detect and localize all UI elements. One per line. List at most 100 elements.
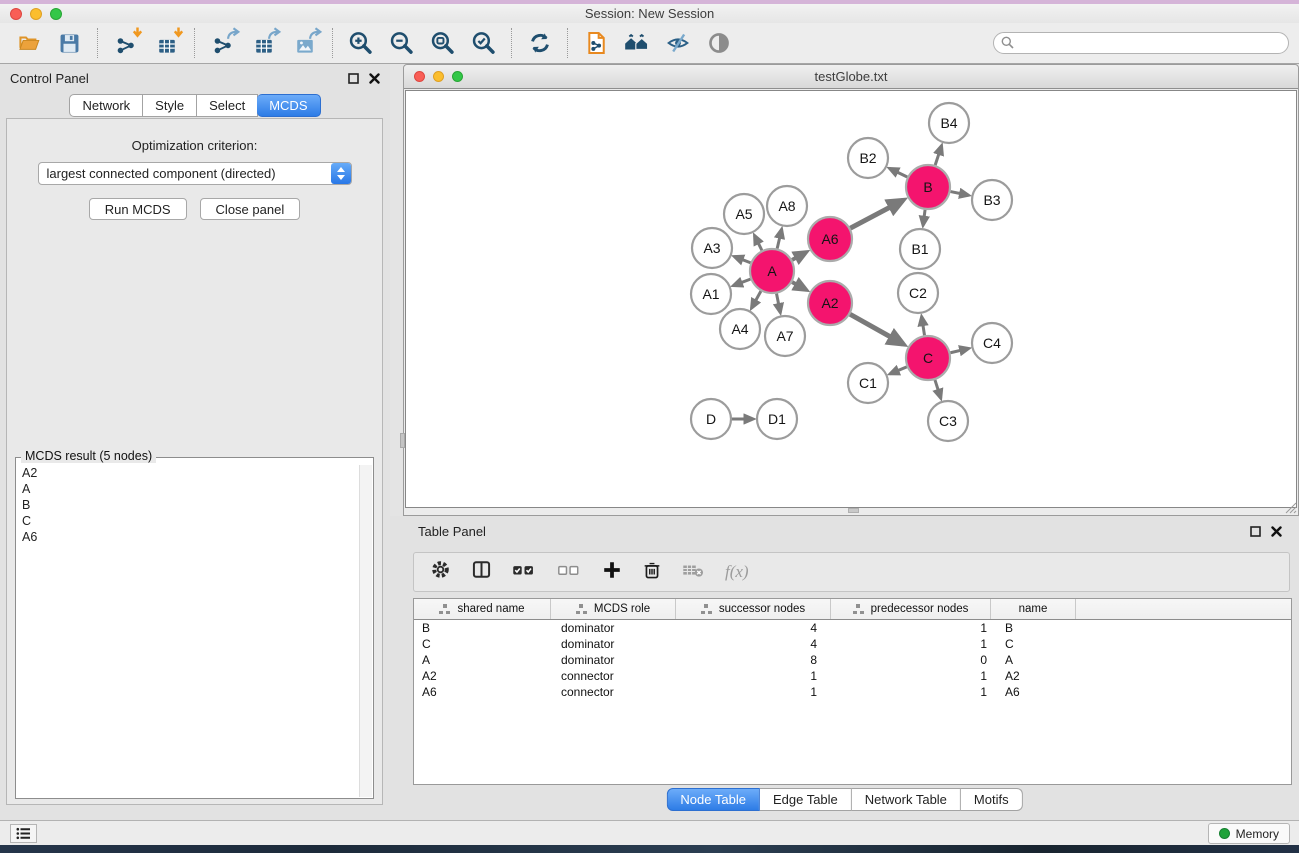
edge-C-C4[interactable] [950,348,968,352]
table-cell[interactable]: 1 [831,621,991,635]
open-session-button[interactable] [8,27,49,59]
table-row[interactable]: A2connector11A2 [414,668,1291,684]
resize-grip-icon[interactable] [1284,501,1297,514]
edge-B-B4[interactable] [935,146,941,165]
hide-panels-button[interactable] [657,27,698,59]
edge-C-C3[interactable] [935,380,941,398]
deselect-all-button[interactable] [557,561,582,584]
edge-A6-B[interactable] [850,200,903,228]
split-columns-button[interactable] [471,559,492,585]
column-header-MCDS-role[interactable]: MCDS role [551,599,676,619]
column-header-shared-name[interactable]: shared name [414,599,551,619]
close-panel-icon[interactable] [369,73,380,84]
table-cell[interactable]: 0 [831,653,991,667]
table-settings-button[interactable] [430,559,451,585]
add-row-button[interactable] [602,560,622,585]
zoom-in-button[interactable] [340,27,381,59]
table-cell[interactable]: A6 [991,685,1076,699]
close-panel-button[interactable]: Close panel [200,198,301,220]
table-cell[interactable]: A [991,653,1076,667]
delete-table-button[interactable] [682,561,705,583]
table-cell[interactable]: dominator [551,653,676,667]
select-all-button[interactable] [512,561,537,584]
column-header-predecessor-nodes[interactable]: predecessor nodes [831,599,991,619]
table-cell[interactable]: C [414,637,551,651]
tab-motifs[interactable]: Motifs [961,788,1023,811]
memory-status-button[interactable]: Memory [1208,823,1290,844]
float-panel-icon[interactable] [348,73,359,84]
table-cell[interactable]: 1 [831,637,991,651]
import-network-button[interactable] [105,27,146,59]
tab-style[interactable]: Style [143,94,197,117]
tab-network[interactable]: Network [69,94,143,117]
table-cell[interactable]: A2 [991,669,1076,683]
network-window-titlebar[interactable]: testGlobe.txt [404,65,1298,89]
export-network-button[interactable] [202,27,243,59]
vertical-scrollbar-thumb[interactable] [400,433,405,448]
table-row[interactable]: Bdominator41B [414,620,1291,636]
table-cell[interactable]: 4 [676,621,831,635]
edge-B-B3[interactable] [951,192,969,196]
table-row[interactable]: A6connector11A6 [414,684,1291,700]
export-image-button[interactable] [284,27,325,59]
table-cell[interactable]: A6 [414,685,551,699]
table-row[interactable]: Adominator80A [414,652,1291,668]
search-input[interactable] [993,32,1289,54]
home-view-button[interactable] [616,27,657,59]
run-mcds-button[interactable]: Run MCDS [89,198,187,220]
table-cell[interactable]: connector [551,685,676,699]
edge-A-A7[interactable] [777,294,781,313]
network-from-file-button[interactable] [575,27,616,59]
birds-eye-view-button[interactable] [698,27,739,59]
edge-A-A3[interactable] [734,257,750,263]
optimization-criterion-select[interactable]: largest connected component (directed) [38,162,352,185]
tab-network-table[interactable]: Network Table [852,788,961,811]
edge-A-A6[interactable] [792,252,806,260]
table-cell[interactable]: 8 [676,653,831,667]
tab-node-table[interactable]: Node Table [666,788,760,811]
table-cell[interactable]: dominator [551,637,676,651]
column-header-successor-nodes[interactable]: successor nodes [676,599,831,619]
result-item[interactable]: A2 [17,465,359,481]
apply-layout-button[interactable] [519,27,560,59]
table-cell[interactable]: A [414,653,551,667]
zoom-fit-button[interactable] [422,27,463,59]
table-cell[interactable]: 4 [676,637,831,651]
edge-C-C2[interactable] [922,317,925,336]
import-table-button[interactable] [146,27,187,59]
column-header-name[interactable]: name [991,599,1076,619]
task-history-button[interactable] [10,824,37,843]
result-item[interactable]: C [17,513,359,529]
edge-A-A1[interactable] [733,279,750,285]
tab-select[interactable]: Select [197,94,258,117]
export-table-button[interactable] [243,27,284,59]
tab-edge-table[interactable]: Edge Table [760,788,852,811]
function-builder-button[interactable]: f(x) [725,562,749,582]
edge-B-B2[interactable] [890,168,908,177]
table-cell[interactable]: 1 [676,685,831,699]
result-item[interactable]: A6 [17,529,359,545]
result-item[interactable]: A [17,481,359,497]
table-row[interactable]: Cdominator41C [414,636,1291,652]
edge-A-A4[interactable] [752,291,761,308]
edge-A2-C[interactable] [850,314,903,344]
float-panel-icon[interactable] [1250,526,1261,537]
table-cell[interactable]: 1 [676,669,831,683]
save-session-button[interactable] [49,27,90,59]
table-cell[interactable]: dominator [551,621,676,635]
table-cell[interactable]: connector [551,669,676,683]
horizontal-scrollbar-thumb[interactable] [848,508,859,513]
table-cell[interactable]: 1 [831,669,991,683]
mcds-result-list[interactable]: A2ABCA6 [17,465,359,797]
zoom-out-button[interactable] [381,27,422,59]
table-cell[interactable]: A2 [414,669,551,683]
zoom-selected-button[interactable] [463,27,504,59]
table-cell[interactable]: C [991,637,1076,651]
close-panel-icon[interactable] [1271,526,1282,537]
edge-A-A2[interactable] [792,282,806,290]
edge-A-A5[interactable] [755,235,762,250]
edge-C-C1[interactable] [890,367,907,374]
result-scrollbar[interactable] [359,465,372,797]
table-cell[interactable]: 1 [831,685,991,699]
edge-B-B1[interactable] [923,210,925,225]
